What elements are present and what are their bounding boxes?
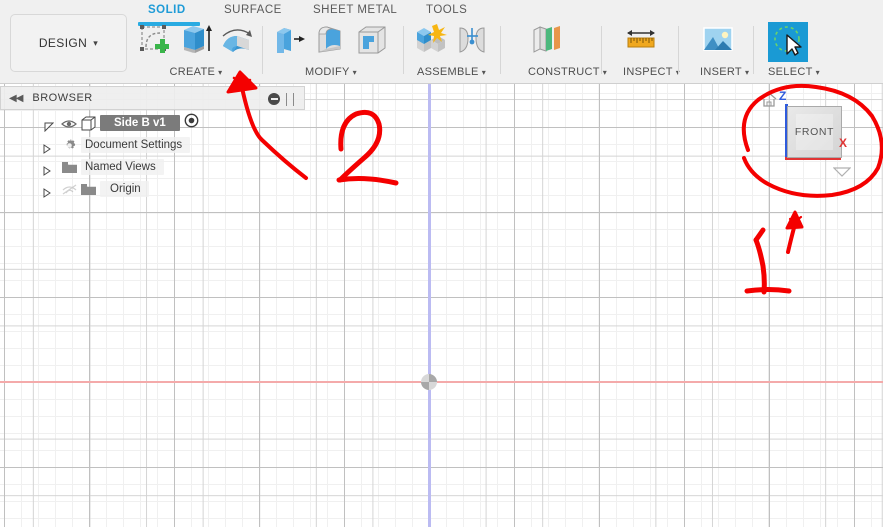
viewcube-z-label: Z <box>779 89 787 103</box>
construct-label-text: CONSTRUCT <box>528 66 600 78</box>
toolbar-divider <box>403 26 404 74</box>
activate-radio-icon[interactable] <box>184 113 199 133</box>
toolbar-divider <box>262 26 263 74</box>
tree-item-label: Origin <box>100 181 149 197</box>
design-workspace-button[interactable]: DESIGN ▾ <box>10 14 127 72</box>
canvas-x-axis <box>0 381 883 383</box>
toolbar-group-inspect-label[interactable]: INSPECT▾ <box>623 66 680 78</box>
toolbar-divider <box>753 26 754 74</box>
toolbar-group-construct: CONSTRUCT ▾ <box>528 22 607 82</box>
folder-icon <box>80 182 97 197</box>
tab-tools[interactable]: TOOLS <box>426 4 467 16</box>
chevron-down-icon: ▾ <box>744 68 750 77</box>
create-label-text: CREATE <box>169 66 216 78</box>
tree-item-label: Named Views <box>81 159 164 175</box>
extrude-icon[interactable] <box>178 22 214 58</box>
toolbar-group-select: SELECT ▾ <box>768 22 820 82</box>
joint-icon[interactable] <box>454 22 490 58</box>
select-label-text: SELECT <box>768 66 813 78</box>
toolbar-group-create-label[interactable]: CREATE ▾ <box>137 66 255 78</box>
collapse-left-icon[interactable]: ◀◀ <box>9 93 23 104</box>
tab-sheet-metal[interactable]: SHEET METAL <box>313 4 397 16</box>
modify-label-text: MODIFY <box>305 66 350 78</box>
browser-panel: ◀◀ BROWSER Side B v1 Document Settings N… <box>0 86 305 200</box>
viewcube-front-face[interactable]: FRONT <box>787 106 842 158</box>
tree-item-document-settings[interactable]: Document Settings <box>0 134 305 156</box>
tree-item-label: Side B v1 <box>100 115 180 131</box>
tree-item-label: Document Settings <box>81 137 191 153</box>
visibility-eye-icon[interactable] <box>61 117 77 129</box>
twist-closed-icon[interactable] <box>42 163 51 176</box>
tree-item-origin[interactable]: Origin <box>0 178 305 200</box>
viewcube-x-label: X <box>839 136 848 150</box>
chevron-down-icon: ▾ <box>815 68 820 77</box>
inspect-label-text: INSPECT <box>623 66 673 78</box>
toolbar-group-assemble: ASSEMBLE ▾ <box>413 22 490 82</box>
component-icon <box>80 116 97 131</box>
toolbar-divider <box>500 26 501 74</box>
tab-solid[interactable]: SOLID <box>148 4 186 16</box>
select-cursor-icon[interactable] <box>768 22 808 62</box>
toolbar-group-select-label[interactable]: SELECT ▾ <box>768 66 820 78</box>
viewcube[interactable]: Z FRONT X <box>757 88 877 188</box>
fillet-icon[interactable] <box>313 22 349 58</box>
chevron-down-icon: ▾ <box>93 37 99 48</box>
design-workspace-label: DESIGN <box>38 36 88 50</box>
toolbar-group-inspect: INSPECT▾ <box>623 22 680 82</box>
chevron-down-icon: ▾ <box>218 68 223 77</box>
main-toolbar: DESIGN ▾ SOLID SURFACE SHEET METAL TOOLS <box>0 0 883 84</box>
tree-item-side-b[interactable]: Side B v1 <box>0 112 305 134</box>
create-sketch-icon[interactable] <box>137 22 173 58</box>
offset-plane-icon[interactable] <box>528 22 564 58</box>
minimize-icon[interactable] <box>268 93 280 105</box>
browser-panel-header: ◀◀ BROWSER <box>0 86 305 110</box>
toolbar-group-modify: MODIFY ▾ <box>272 22 390 82</box>
revolve-icon[interactable] <box>219 22 255 58</box>
shell-icon[interactable] <box>354 22 390 58</box>
browser-tree: Side B v1 Document Settings Named Views … <box>0 112 305 200</box>
toolbar-divider <box>678 26 679 74</box>
press-pull-icon[interactable] <box>272 22 308 58</box>
chevron-down-icon: ▾ <box>481 68 487 77</box>
toolbar-group-insert: INSERT ▾ <box>700 22 749 82</box>
chevron-down-icon: ▾ <box>602 68 608 77</box>
visibility-eye-off-icon[interactable] <box>61 183 77 195</box>
twist-open-icon[interactable] <box>44 119 55 132</box>
insert-label-text: INSERT <box>700 66 742 78</box>
home-icon[interactable] <box>759 90 777 107</box>
browser-panel-title: BROWSER <box>32 92 93 104</box>
chevron-down-icon[interactable] <box>832 164 852 177</box>
toolbar-group-create: CREATE ▾ <box>137 22 255 82</box>
measure-icon[interactable] <box>623 22 659 58</box>
tab-surface[interactable]: SURFACE <box>224 4 282 16</box>
toolbar-group-construct-label[interactable]: CONSTRUCT ▾ <box>528 66 607 78</box>
assemble-label-text: ASSEMBLE <box>416 66 479 78</box>
gear-icon <box>61 138 78 153</box>
chevron-down-icon: ▾ <box>352 68 357 77</box>
twist-closed-icon[interactable] <box>42 185 51 198</box>
origin-marker[interactable] <box>421 374 437 390</box>
toolbar-group-insert-label[interactable]: INSERT ▾ <box>700 66 749 78</box>
new-component-icon[interactable] <box>413 22 449 58</box>
toolbar-group-assemble-label[interactable]: ASSEMBLE ▾ <box>413 66 490 78</box>
twist-closed-icon[interactable] <box>42 141 51 154</box>
toolbar-group-modify-label[interactable]: MODIFY ▾ <box>272 66 390 78</box>
insert-image-icon[interactable] <box>700 22 736 58</box>
toolbar-divider <box>601 26 602 74</box>
fusion360-window: DESIGN ▾ SOLID SURFACE SHEET METAL TOOLS <box>0 0 883 527</box>
tree-item-named-views[interactable]: Named Views <box>0 156 305 178</box>
folder-icon <box>61 160 78 175</box>
viewcube-face-label: FRONT <box>794 126 835 138</box>
panel-resize-grip[interactable] <box>286 93 294 106</box>
